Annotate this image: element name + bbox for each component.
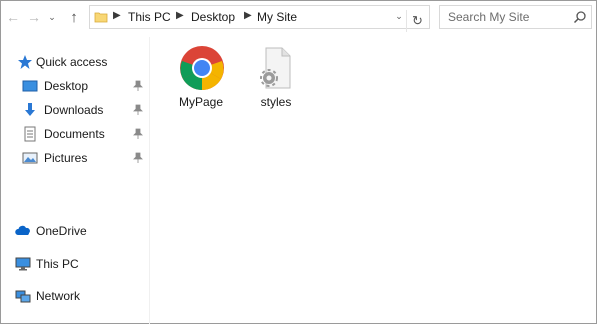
sidebar-item-pictures[interactable]: Pictures [1,147,149,169]
sidebar-item-downloads[interactable]: Downloads [1,99,149,121]
breadcrumb-separator-icon[interactable]: ▶ [176,10,184,21]
pin-icon[interactable] [133,152,143,164]
breadcrumb-my-site[interactable]: My Site [257,10,297,24]
sidebar-item-documents[interactable]: Documents [1,123,149,145]
file-name: styles [260,95,292,109]
star-icon [18,55,32,69]
file-item-styles[interactable]: styles [241,41,311,111]
chevron-down-icon: ⌄ [48,11,56,22]
sidebar-item-desktop[interactable]: Desktop [1,75,149,97]
css-file-icon [260,47,291,89]
pin-icon[interactable] [133,128,143,140]
sidebar-item-onedrive[interactable]: OneDrive [1,220,149,242]
sidebar-item-label: Documents [44,127,105,141]
breadcrumb-separator-icon[interactable]: ▶ [113,10,121,21]
forward-arrow-icon: → [27,9,41,25]
refresh-button[interactable]: ↻ [406,10,428,32]
breadcrumb-desktop[interactable]: Desktop [191,10,235,24]
sidebar-item-label: Quick access [36,55,108,69]
file-list: MyPage styles [151,37,597,323]
search-icon[interactable] [573,10,587,24]
sidebar-item-network[interactable]: Network [1,285,149,307]
sidebar-item-label: This PC [36,257,79,271]
sidebar-item-label: Pictures [44,151,88,165]
search-input[interactable] [441,7,566,27]
up-arrow-icon: ↑ [70,8,78,26]
recent-locations-button[interactable]: ⌄ [46,8,58,26]
forward-button[interactable]: → [25,8,43,26]
sidebar-item-label: Desktop [44,79,89,93]
explorer-window: ← → ⌄ ↑ ▶ This PC ▶ Desktop ▶ My Site ⌄ … [0,0,597,324]
documents-icon [24,126,36,142]
sidebar-item-label: OneDrive [36,224,87,238]
refresh-icon: ↻ [412,13,423,28]
file-item-mypage[interactable]: MyPage [166,41,236,111]
pin-icon[interactable] [133,104,143,116]
file-name: MyPage [178,95,224,109]
chrome-icon [180,46,224,90]
navigation-bar: ← → ⌄ ↑ ▶ This PC ▶ Desktop ▶ My Site ⌄ … [1,1,597,34]
back-button[interactable]: ← [4,8,22,26]
sidebar-item-this-pc[interactable]: This PC [1,253,149,275]
folder-icon [94,12,108,23]
sidebar-item-label: Network [36,289,81,303]
search-box[interactable] [439,5,592,29]
breadcrumb-this-pc[interactable]: This PC [128,10,171,24]
back-arrow-icon: ← [6,9,20,25]
network-icon [15,290,31,303]
pictures-icon [22,152,38,164]
downloads-icon [25,103,35,116]
address-bar[interactable]: ▶ This PC ▶ Desktop ▶ My Site ⌄ ↻ [89,5,430,32]
sidebar-item-quick-access[interactable]: Quick access [1,51,149,73]
desktop-icon [22,80,38,92]
pin-icon[interactable] [133,80,143,92]
navigation-pane: Quick access Desktop Downloads Documents… [1,37,150,324]
breadcrumb-separator-icon[interactable]: ▶ [244,10,252,21]
cloud-icon [15,225,30,235]
up-button[interactable]: ↑ [65,8,83,26]
sidebar-item-label: Downloads [44,103,104,117]
computer-icon [15,257,31,271]
